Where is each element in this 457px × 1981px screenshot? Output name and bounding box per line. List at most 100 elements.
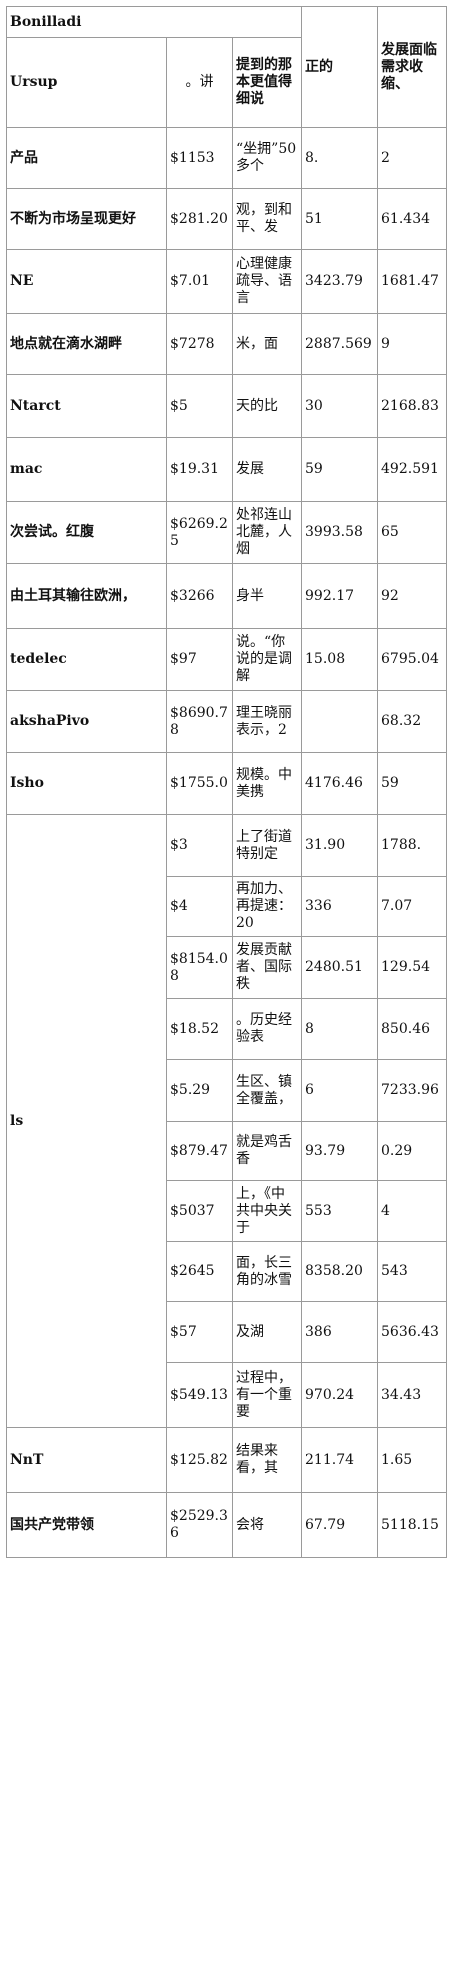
- value-b-cell: 34.43: [377, 1362, 448, 1428]
- value-b-cell: 6795.04: [377, 628, 448, 691]
- note-cell: 就是鸡舌香: [231, 1121, 303, 1181]
- value-a-cell: 3993.58: [301, 501, 379, 564]
- row-name-cell: 不断为市场呈现更好: [6, 188, 167, 250]
- value-b-cell: 7.07: [377, 876, 448, 937]
- table-body: Bonilladi 正的 发展面临需求收缩、 Ursup 。讲 提到的那本更值得…: [5, 6, 448, 1558]
- row-name-cell: 由土耳其输往欧洲，: [6, 563, 167, 629]
- row-name-cell: NE: [6, 249, 167, 314]
- note-cell: 身半: [231, 563, 303, 629]
- value-b-cell: 543: [377, 1241, 448, 1302]
- note-cell: 过程中，有一个重要: [231, 1362, 303, 1428]
- note-cell: 面，长三角的冰雪: [231, 1241, 303, 1302]
- table-row: tedelec $97 说。“你说的是调解 15.08 6795.04: [6, 628, 448, 691]
- note-cell: “坐拥”50多个: [231, 127, 303, 189]
- note-cell: 理王晓丽表示，2: [231, 690, 303, 753]
- price-cell: $549.13: [166, 1362, 233, 1428]
- note-cell: 处祁连山北麓，人烟: [231, 501, 303, 564]
- price-cell: $2645: [166, 1241, 233, 1302]
- note-cell: 观，到和平、发: [231, 188, 303, 250]
- note-cell: 及湖: [231, 1301, 303, 1363]
- row-name-cell: NnT: [6, 1427, 167, 1493]
- price-cell: $3: [166, 814, 233, 877]
- column-header-b: 发展面临需求收缩、: [377, 6, 448, 128]
- note-cell: 会将: [231, 1492, 303, 1558]
- row-name-cell: ls: [6, 814, 167, 1428]
- value-b-cell: 850.46: [377, 998, 448, 1060]
- value-a-cell: [301, 690, 379, 753]
- column-header-price: 。讲: [166, 37, 233, 128]
- value-a-cell: 93.79: [301, 1121, 379, 1181]
- table-row: 次尝试。红腹 $6269.25 处祁连山北麓，人烟 3993.58 65: [6, 501, 448, 564]
- value-b-cell: 492.591: [377, 437, 448, 502]
- note-cell: 发展: [231, 437, 303, 502]
- price-cell: $2529.36: [166, 1492, 233, 1558]
- table-row: NnT $125.82 结果来看，其 211.74 1.65: [6, 1427, 448, 1493]
- note-cell: 再加力、再提速：20: [231, 876, 303, 937]
- price-cell: $97: [166, 628, 233, 691]
- value-a-cell: 51: [301, 188, 379, 250]
- note-cell: 上了街道特别定: [231, 814, 303, 877]
- price-cell: $281.20: [166, 188, 233, 250]
- value-a-cell: 553: [301, 1180, 379, 1242]
- value-a-cell: 970.24: [301, 1362, 379, 1428]
- price-cell: $57: [166, 1301, 233, 1363]
- price-cell: $879.47: [166, 1121, 233, 1181]
- value-b-cell: 7233.96: [377, 1059, 448, 1122]
- title-row: Bonilladi 正的 发展面临需求收缩、: [5, 6, 448, 128]
- table-row: NE $7.01 心理健康疏导、语言 3423.79 1681.47: [6, 249, 448, 314]
- table-title: Bonilladi: [5, 6, 303, 38]
- note-cell: 说。“你说的是调解: [231, 628, 303, 691]
- table-row: Ntarct $5 天的比 30 2168.83: [6, 374, 448, 438]
- value-b-cell: 1.65: [377, 1427, 448, 1493]
- row-name-cell: 国共产党带领: [6, 1492, 167, 1558]
- data-table: Bonilladi 正的 发展面临需求收缩、 Ursup 。讲 提到的那本更值得…: [5, 6, 448, 1558]
- table-row: ls $3 上了街道特别定 31.90 1788.: [6, 814, 448, 1428]
- value-b-cell: 68.32: [377, 690, 448, 753]
- note-cell: 心理健康疏导、语言: [231, 249, 303, 314]
- value-a-cell: 2887.569: [301, 313, 379, 375]
- row-name-cell: mac: [6, 437, 167, 502]
- row-name-cell: 地点就在滴水湖畔: [6, 313, 167, 375]
- note-cell: 发展贡献者、国际秩: [231, 936, 303, 999]
- value-b-cell: 65: [377, 501, 448, 564]
- value-b-cell: 4: [377, 1180, 448, 1242]
- column-header-note: 提到的那本更值得细说: [231, 37, 303, 128]
- value-a-cell: 3423.79: [301, 249, 379, 314]
- value-a-cell: 386: [301, 1301, 379, 1363]
- value-a-cell: 992.17: [301, 563, 379, 629]
- table-row: 国共产党带领 $2529.36 会将 67.79 5118.15: [6, 1492, 448, 1558]
- value-a-cell: 31.90: [301, 814, 379, 877]
- value-a-cell: 8.: [301, 127, 379, 189]
- price-cell: $5037: [166, 1180, 233, 1242]
- table-row: Isho $1755.0 规模。中美携 4176.46 59: [6, 752, 448, 815]
- value-a-cell: 336: [301, 876, 379, 937]
- row-name-cell: tedelec: [6, 628, 167, 691]
- price-cell: $125.82: [166, 1427, 233, 1493]
- value-b-cell: 0.29: [377, 1121, 448, 1181]
- row-name-cell: Isho: [6, 752, 167, 815]
- price-cell: $1755.0: [166, 752, 233, 815]
- row-name-cell: 次尝试。红腹: [6, 501, 167, 564]
- note-cell: 生区、镇全覆盖，: [231, 1059, 303, 1122]
- value-b-cell: 1788.: [377, 814, 448, 877]
- price-cell: $1153: [166, 127, 233, 189]
- note-cell: 米，面: [231, 313, 303, 375]
- price-cell: $4: [166, 876, 233, 937]
- value-b-cell: 2168.83: [377, 374, 448, 438]
- value-a-cell: 8358.20: [301, 1241, 379, 1302]
- value-b-cell: 2: [377, 127, 448, 189]
- table-row: 不断为市场呈现更好 $281.20 观，到和平、发 51 61.434: [6, 188, 448, 250]
- price-cell: $7.01: [166, 249, 233, 314]
- price-cell: $5: [166, 374, 233, 438]
- table-row: akshaPivo $8690.78 理王晓丽表示，2 68.32: [6, 690, 448, 753]
- row-name-cell: 产品: [6, 127, 167, 189]
- column-header-name: Ursup: [6, 37, 167, 128]
- value-b-cell: 5118.15: [377, 1492, 448, 1558]
- note-cell: 规模。中美携: [231, 752, 303, 815]
- price-cell: $8690.78: [166, 690, 233, 753]
- value-a-cell: 2480.51: [301, 936, 379, 999]
- row-name-cell: Ntarct: [6, 374, 167, 438]
- note-cell: 上，《中共中央关于: [231, 1180, 303, 1242]
- table-row: 产品 $1153 “坐拥”50多个 8. 2: [6, 127, 448, 189]
- value-b-cell: 9: [377, 313, 448, 375]
